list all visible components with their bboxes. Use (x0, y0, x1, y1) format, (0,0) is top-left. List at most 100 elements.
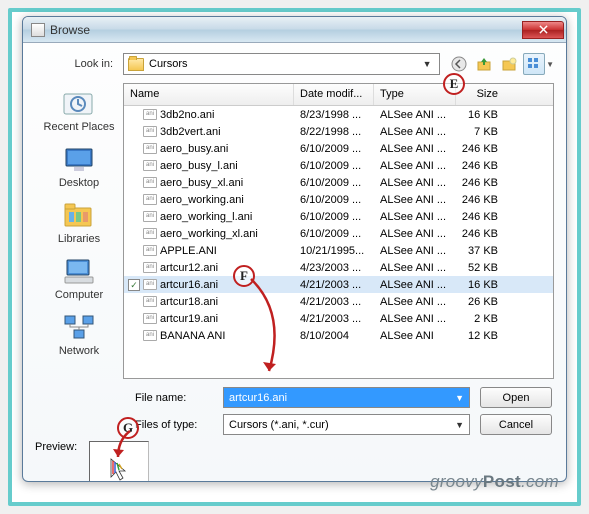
file-size: 37 KB (456, 245, 512, 257)
computer-icon (60, 255, 98, 287)
file-date: 8/22/1998 ... (294, 126, 374, 138)
file-icon: ani (143, 126, 157, 137)
filename-input[interactable]: artcur16.ani ▼ (223, 387, 470, 408)
file-icon: ani (143, 296, 157, 307)
file-size: 246 KB (456, 194, 512, 206)
file-row[interactable]: ✓aniartcur18.ani4/21/2003 ...ALSee ANI .… (124, 293, 553, 310)
desktop-icon (60, 143, 98, 175)
file-row[interactable]: ✓aniartcur19.ani4/21/2003 ...ALSee ANI .… (124, 310, 553, 327)
window-title: Browse (50, 23, 522, 37)
file-row[interactable]: ✓aniartcur16.ani4/21/2003 ...ALSee ANI .… (124, 276, 553, 293)
chevron-down-icon: ▼ (455, 420, 464, 430)
place-label: Recent Places (44, 121, 115, 133)
file-name: artcur12.ani (160, 262, 218, 274)
file-name: artcur19.ani (160, 313, 218, 325)
network-icon (60, 311, 98, 343)
file-type: ALSee ANI ... (374, 245, 456, 257)
folder-icon (128, 58, 144, 71)
file-size: 246 KB (456, 177, 512, 189)
file-row[interactable]: ✓aniaero_busy_xl.ani6/10/2009 ...ALSee A… (124, 174, 553, 191)
window-icon (31, 23, 45, 37)
view-menu-dropdown-icon[interactable]: ▼ (546, 60, 554, 69)
checkbox-icon: ✓ (128, 279, 140, 291)
places-bar: Recent Places Desktop Libraries Computer… (35, 83, 123, 379)
file-type: ALSee ANI ... (374, 262, 456, 274)
file-size: 7 KB (456, 126, 512, 138)
file-row[interactable]: ✓ani3db2vert.ani8/22/1998 ...ALSee ANI .… (124, 123, 553, 140)
file-name: 3db2vert.ani (160, 126, 221, 138)
place-computer[interactable]: Computer (39, 253, 119, 303)
file-date: 6/10/2009 ... (294, 177, 374, 189)
col-size[interactable]: Size (456, 84, 512, 105)
file-name: artcur16.ani (160, 279, 218, 291)
file-row[interactable]: ✓aniaero_working.ani6/10/2009 ...ALSee A… (124, 191, 553, 208)
file-date: 10/21/1995... (294, 245, 374, 257)
titlebar: Browse (23, 17, 566, 43)
file-row[interactable]: ✓aniaero_working_xl.ani6/10/2009 ...ALSe… (124, 225, 553, 242)
up-folder-icon (476, 56, 492, 72)
file-name: aero_working.ani (160, 194, 244, 206)
file-date: 8/23/1998 ... (294, 109, 374, 121)
file-icon: ani (143, 279, 157, 290)
chevron-down-icon: ▼ (419, 59, 435, 69)
file-row[interactable]: ✓aniaero_busy_l.ani6/10/2009 ...ALSee AN… (124, 157, 553, 174)
up-one-level-button[interactable] (473, 53, 495, 75)
file-icon: ani (143, 109, 157, 120)
file-type: ALSee ANI ... (374, 109, 456, 121)
file-row[interactable]: ✓aniartcur12.ani4/23/2003 ...ALSee ANI .… (124, 259, 553, 276)
filetype-combo[interactable]: Cursors (*.ani, *.cur) ▼ (223, 414, 470, 435)
file-type: ALSee ANI ... (374, 160, 456, 172)
view-grid-icon (527, 57, 541, 71)
file-row[interactable]: ✓aniaero_working_l.ani6/10/2009 ...ALSee… (124, 208, 553, 225)
lookin-combo[interactable]: Cursors ▼ (123, 53, 440, 75)
file-row[interactable]: ✓aniAPPLE.ANI10/21/1995...ALSee ANI ...3… (124, 242, 553, 259)
file-name: 3db2no.ani (160, 109, 214, 121)
file-size: 2 KB (456, 313, 512, 325)
col-type[interactable]: Type (374, 84, 456, 105)
file-icon: ani (143, 177, 157, 188)
place-desktop[interactable]: Desktop (39, 141, 119, 191)
file-size: 246 KB (456, 211, 512, 223)
place-network[interactable]: Network (39, 309, 119, 359)
file-row[interactable]: ✓aniaero_busy.ani6/10/2009 ...ALSee ANI … (124, 140, 553, 157)
file-type: ALSee ANI ... (374, 313, 456, 325)
file-name: BANANA ANI (160, 330, 225, 342)
file-date: 6/10/2009 ... (294, 160, 374, 172)
chevron-down-icon: ▼ (455, 393, 464, 403)
file-list-pane: Name Date modif... Type Size ✓ani3db2no.… (123, 83, 554, 379)
preview-box (89, 441, 149, 482)
filetype-label: Files of type: (35, 419, 223, 431)
open-button[interactable]: Open (480, 387, 552, 408)
file-icon: ani (143, 245, 157, 256)
libraries-icon (60, 199, 98, 231)
file-date: 6/10/2009 ... (294, 143, 374, 155)
lookin-label: Look in: (35, 58, 123, 70)
file-name: artcur18.ani (160, 296, 218, 308)
new-folder-button[interactable] (498, 53, 520, 75)
place-recent[interactable]: Recent Places (39, 85, 119, 135)
file-size: 246 KB (456, 160, 512, 172)
column-headers: Name Date modif... Type Size (124, 84, 553, 106)
file-row[interactable]: ✓aniBANANA ANI8/10/2004ALSee ANI12 KB (124, 327, 553, 344)
file-type: ALSee ANI ... (374, 194, 456, 206)
back-button[interactable] (448, 53, 470, 75)
file-size: 26 KB (456, 296, 512, 308)
col-name[interactable]: Name (124, 84, 294, 105)
back-arrow-icon (451, 56, 467, 72)
close-button[interactable] (522, 21, 564, 39)
browse-dialog: Browse Look in: Cursors ▼ (22, 16, 567, 482)
file-date: 4/21/2003 ... (294, 313, 374, 325)
view-menu-button[interactable] (523, 53, 545, 75)
file-name: aero_busy_l.ani (160, 160, 238, 172)
new-folder-icon (501, 56, 517, 72)
file-row[interactable]: ✓ani3db2no.ani8/23/1998 ...ALSee ANI ...… (124, 106, 553, 123)
file-date: 6/10/2009 ... (294, 194, 374, 206)
file-list[interactable]: ✓ani3db2no.ani8/23/1998 ...ALSee ANI ...… (124, 106, 553, 378)
place-libraries[interactable]: Libraries (39, 197, 119, 247)
col-date[interactable]: Date modif... (294, 84, 374, 105)
file-type: ALSee ANI ... (374, 279, 456, 291)
cancel-button[interactable]: Cancel (480, 414, 552, 435)
filename-value: artcur16.ani (229, 392, 287, 404)
place-label: Desktop (59, 177, 99, 189)
place-label: Network (59, 345, 99, 357)
